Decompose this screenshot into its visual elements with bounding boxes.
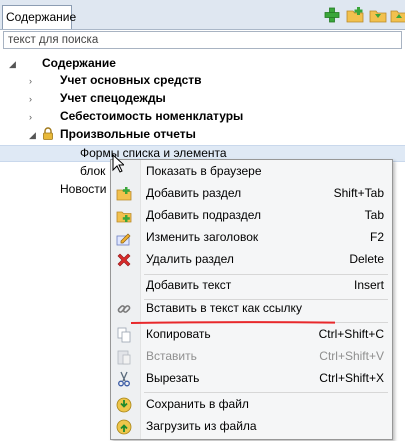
collapsed-arrow-icon[interactable]: ›	[29, 108, 32, 126]
menu-item-add-text[interactable]: Добавить текст Insert	[111, 275, 392, 297]
menu-item-edit-title[interactable]: Изменить заголовок F2	[111, 227, 392, 249]
collapsed-arrow-icon[interactable]: ›	[29, 90, 32, 108]
menu-item-show-in-browser[interactable]: Показать в браузере	[111, 161, 392, 183]
menu-item-add-subsection[interactable]: Добавить подраздел Tab	[111, 205, 392, 227]
load-file-icon	[116, 419, 132, 435]
context-menu: Показать в браузере Добавить раздел Shif…	[110, 159, 393, 440]
link-icon	[116, 301, 132, 317]
expanded-arrow-icon[interactable]: ◢	[29, 126, 36, 144]
cut-scissors-icon	[116, 371, 132, 387]
red-underline-annotation	[130, 321, 336, 324]
menu-item-add-section[interactable]: Добавить раздел Shift+Tab	[111, 183, 392, 205]
menu-item-insert-as-link[interactable]: Вставить в текст как ссылку	[111, 298, 392, 320]
mouse-cursor-icon	[112, 154, 124, 173]
menu-item-load-from-file[interactable]: Загрузить из файла	[111, 416, 392, 438]
paste-icon	[116, 349, 132, 365]
menu-item-copy[interactable]: Копировать Ctrl+Shift+C	[111, 324, 392, 346]
menu-item-cut[interactable]: Вырезать Ctrl+Shift+X	[111, 368, 392, 390]
save-file-icon	[116, 397, 132, 413]
tab-bar: Содержание	[0, 0, 405, 30]
lock-icon	[42, 127, 54, 145]
add-folder-icon[interactable]	[346, 6, 364, 24]
copy-icon	[116, 327, 132, 343]
tab-contents[interactable]: Содержание	[2, 5, 76, 29]
delete-x-icon	[116, 252, 132, 268]
collapsed-arrow-icon[interactable]: ›	[29, 72, 32, 90]
folder-down-icon[interactable]	[369, 6, 387, 24]
add-subsection-icon	[116, 208, 132, 224]
menu-item-save-to-file[interactable]: Сохранить в файл	[111, 394, 392, 416]
add-section-icon	[116, 186, 132, 202]
search-input[interactable]	[4, 32, 401, 48]
menu-item-paste[interactable]: Вставить Ctrl+Shift+V	[111, 346, 392, 368]
menu-separator	[144, 392, 388, 393]
expanded-arrow-icon[interactable]: ◢	[9, 55, 16, 73]
menu-item-delete-section[interactable]: Удалить раздел Delete	[111, 249, 392, 271]
folder-up-icon[interactable]	[390, 6, 405, 24]
search-box	[3, 31, 402, 49]
add-green-icon[interactable]	[323, 6, 341, 24]
edit-pencil-icon	[116, 230, 132, 246]
